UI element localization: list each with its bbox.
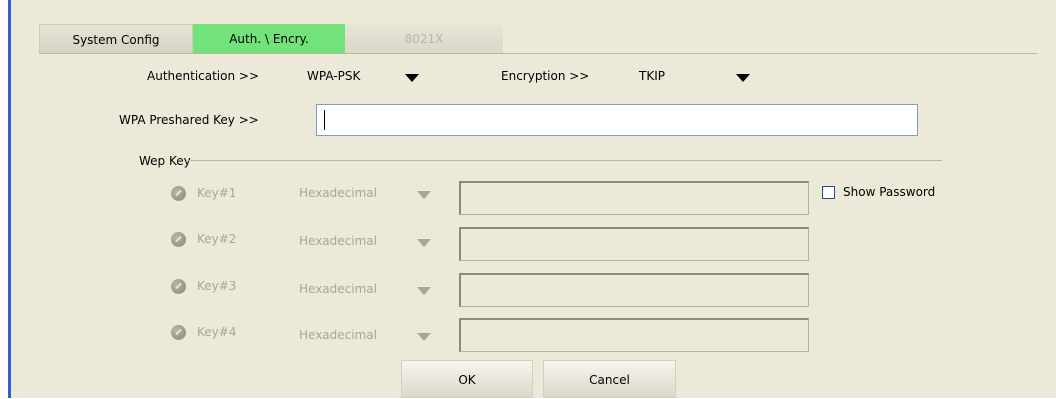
wpa-preshared-key-input[interactable] [316, 104, 918, 136]
authentication-select[interactable]: WPA-PSK [307, 69, 360, 83]
key4-input [459, 318, 809, 352]
key4-radio [171, 325, 186, 340]
show-password-checkbox[interactable] [822, 186, 835, 199]
wep-key-group-label: Wep Key [139, 154, 191, 168]
tab-8021x: 8021X [345, 24, 503, 54]
encryption-dropdown-arrow-icon[interactable] [736, 74, 750, 82]
ok-button[interactable]: OK [401, 360, 533, 398]
key1-radio [171, 186, 186, 201]
tab-divider [39, 53, 1037, 54]
key4-format-select: Hexadecimal [299, 328, 377, 342]
key1-label: Key#1 [197, 186, 237, 200]
key4-label: Key#4 [197, 325, 237, 339]
wpa-preshared-key-label: WPA Preshared Key >> [119, 113, 259, 127]
key2-label: Key#2 [197, 232, 237, 246]
settings-panel: System Config Auth. \ Encry. 8021X Authe… [8, 0, 1056, 398]
key3-input [459, 273, 809, 307]
key1-format-select: Hexadecimal [299, 186, 377, 200]
cancel-button[interactable]: Cancel [543, 360, 676, 398]
key4-dropdown-arrow-icon [417, 333, 431, 341]
wep-key-group-divider [187, 160, 942, 161]
key3-radio [171, 279, 186, 294]
authentication-label: Authentication >> [147, 69, 260, 83]
text-caret [324, 110, 325, 130]
key2-radio [171, 232, 186, 247]
key2-format-select: Hexadecimal [299, 234, 377, 248]
key1-input [459, 181, 809, 215]
encryption-select[interactable]: TKIP [639, 69, 665, 83]
authentication-dropdown-arrow-icon[interactable] [405, 74, 419, 82]
tab-system-config[interactable]: System Config [39, 24, 193, 54]
show-password-label[interactable]: Show Password [843, 185, 935, 199]
tab-bar: System Config Auth. \ Encry. 8021X [39, 24, 503, 54]
encryption-label: Encryption >> [501, 69, 590, 83]
key2-input [459, 227, 809, 261]
key2-dropdown-arrow-icon [417, 239, 431, 247]
key3-label: Key#3 [197, 279, 237, 293]
key3-dropdown-arrow-icon [417, 287, 431, 295]
tab-auth-encry[interactable]: Auth. \ Encry. [193, 24, 345, 54]
key1-dropdown-arrow-icon [417, 191, 431, 199]
key3-format-select: Hexadecimal [299, 282, 377, 296]
